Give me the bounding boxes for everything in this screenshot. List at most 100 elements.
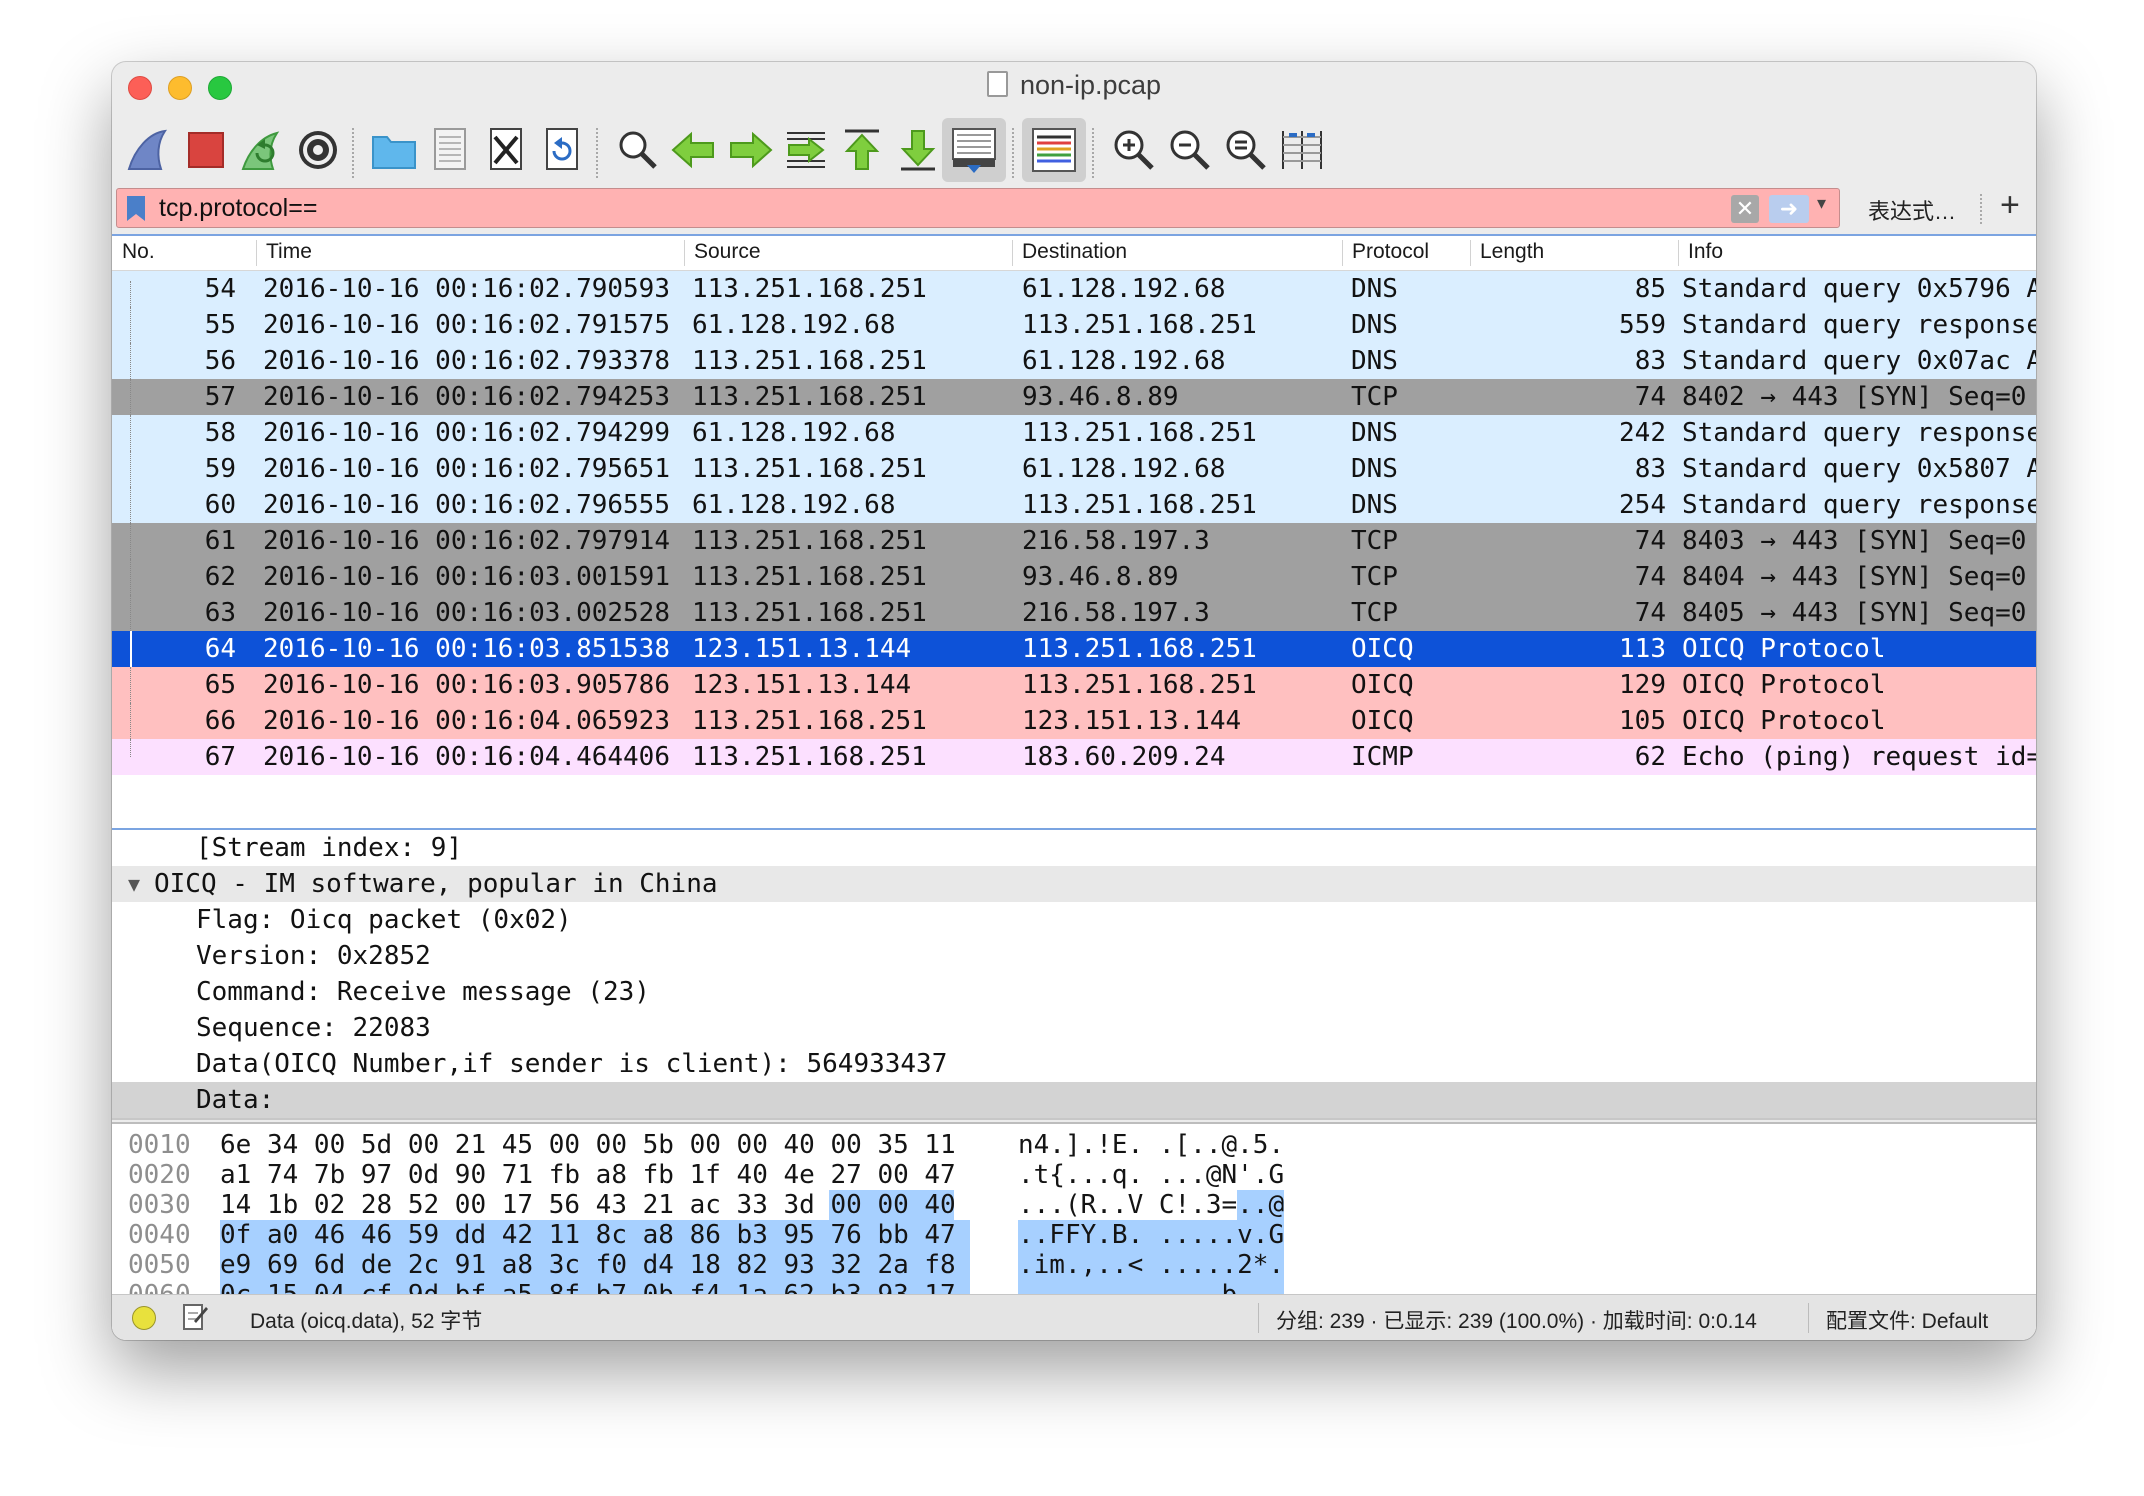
detail-line[interactable]: Command: Receive message (23) xyxy=(112,974,2036,1010)
packet-row[interactable]: 54 2016-10-16 00:16:02.790593 113.251.168.… xyxy=(112,271,2036,317)
column-header-protocol[interactable]: Protocol xyxy=(1352,240,1429,264)
colorize-button[interactable] xyxy=(1022,118,1086,182)
packet-row[interactable]: 56 2016-10-16 00:16:02.793378 113.251.168.… xyxy=(112,343,2036,379)
packet-row[interactable]: 58 2016-10-16 00:16:02.794299 61.128.192.6… xyxy=(112,415,2036,451)
packet-stats-status: 分组: 239 · 已显示: 239 (100.0%) · 加载时间: 0:0.… xyxy=(1276,1310,1757,1333)
bookmark-icon[interactable] xyxy=(127,196,145,221)
clear-filter-icon[interactable]: ✕ xyxy=(1731,195,1759,223)
go-last-packet-button[interactable] xyxy=(886,118,950,182)
column-divider[interactable] xyxy=(1470,240,1471,266)
edit-comment-icon[interactable] xyxy=(182,1301,208,1331)
cell-len: 62 xyxy=(1634,742,1666,772)
bytes-offset[interactable]: 0040 xyxy=(128,1220,191,1250)
chevron-down-icon[interactable]: ▾ xyxy=(1817,193,1826,214)
bytes-hex[interactable]: a1 74 7b 97 0d 90 71 fb a8 fb 1f 40 4e 2… xyxy=(220,1160,956,1190)
packet-row[interactable]: 67 2016-10-16 00:16:04.464406 113.251.168.… xyxy=(112,739,2036,775)
packet-row[interactable]: 59 2016-10-16 00:16:02.795651 113.251.168.… xyxy=(112,451,2036,487)
apply-filter-icon[interactable]: ➜ xyxy=(1769,195,1809,223)
expression-button[interactable]: 表达式… xyxy=(1868,194,1956,226)
column-header-destination[interactable]: Destination xyxy=(1022,240,1127,264)
column-divider[interactable] xyxy=(1012,240,1013,266)
packet-list[interactable]: No. Time Source Destination Protocol Len… xyxy=(112,234,2036,830)
bytes-offset[interactable]: 0050 xyxy=(128,1250,191,1280)
bytes-ascii[interactable]: ..FFY.B. .....v.G xyxy=(1018,1220,1284,1250)
display-filter-input[interactable]: tcp.protocol== ✕ ➜ ▾ xyxy=(116,188,1840,228)
packet-row[interactable]: 66 2016-10-16 00:16:04.065923 113.251.168.… xyxy=(112,703,2036,739)
resize-columns-button[interactable] xyxy=(1270,118,1334,182)
bytes-hex[interactable]: 6e 34 00 5d 00 21 45 00 00 5b 00 00 40 0… xyxy=(220,1130,956,1160)
detail-line[interactable]: ▼ OICQ - IM software, popular in China xyxy=(112,866,2036,902)
bytes-hex[interactable]: 14 1b 02 28 52 00 17 56 43 21 ac 33 3d 0… xyxy=(220,1190,956,1220)
bytes-ascii[interactable]: .im.,..< .....2*. xyxy=(1018,1250,1284,1280)
cell-proto: OICQ xyxy=(1351,706,1414,736)
reload-file-button[interactable] xyxy=(530,118,594,182)
column-divider[interactable] xyxy=(1678,240,1679,266)
restart-capture-button[interactable] xyxy=(230,118,294,182)
cell-src: 123.151.13.144 xyxy=(692,670,912,700)
start-capture-button[interactable] xyxy=(118,118,182,182)
cell-no: 58 xyxy=(204,418,236,448)
capture-options-button[interactable] xyxy=(286,118,350,182)
packet-row[interactable]: 63 2016-10-16 00:16:03.002528 113.251.168.… xyxy=(112,595,2036,631)
column-header-source[interactable]: Source xyxy=(694,240,761,264)
expand-triangle-icon[interactable]: ▼ xyxy=(128,866,140,902)
cell-info: Standard query 0x5796 AAAA … xyxy=(1682,274,2036,304)
open-file-button[interactable] xyxy=(362,118,426,182)
packet-row[interactable]: 60 2016-10-16 00:16:02.796555 61.128.192.6… xyxy=(112,487,2036,523)
packet-row[interactable]: 61 2016-10-16 00:16:02.797914 113.251.168.… xyxy=(112,523,2036,559)
column-header-info[interactable]: Info xyxy=(1688,240,1723,264)
cell-info: 8403 → 443 [SYN] Seq=0 Win=… xyxy=(1682,526,2036,556)
bytes-offset[interactable]: 0030 xyxy=(128,1190,191,1220)
detail-line[interactable]: Version: 0x2852 xyxy=(112,938,2036,974)
bytes-offset[interactable]: 0020 xyxy=(128,1160,191,1190)
packet-row[interactable]: 55 2016-10-16 00:16:02.791575 61.128.192.6… xyxy=(112,307,2036,343)
column-header-no[interactable]: No. xyxy=(122,240,155,264)
go-first-packet-button[interactable] xyxy=(830,118,894,182)
bytes-ascii[interactable]: ...(R..V C!.3=..@ xyxy=(1018,1190,1284,1220)
cell-dst: 61.128.192.68 xyxy=(1022,274,1226,304)
zoom-out-button[interactable] xyxy=(1158,118,1222,182)
zoom-in-button[interactable] xyxy=(1102,118,1166,182)
packet-row[interactable]: 62 2016-10-16 00:16:03.001591 113.251.168.… xyxy=(112,559,2036,595)
find-packet-button[interactable] xyxy=(606,118,670,182)
zoom-normal-button[interactable] xyxy=(1214,118,1278,182)
bytes-ascii[interactable]: n4.].!E. .[..@.5. xyxy=(1018,1130,1284,1160)
detail-line[interactable]: [Stream index: 9] xyxy=(112,830,2036,866)
column-divider[interactable] xyxy=(1342,240,1343,266)
cell-proto: TCP xyxy=(1351,382,1398,412)
packet-details-pane[interactable]: [Stream index: 9] ▼ OICQ - IM software, po… xyxy=(112,830,2036,1120)
auto-scroll-button[interactable] xyxy=(942,118,1006,182)
bytes-hex[interactable]: 0f a0 46 46 59 dd 42 11 8c a8 86 b3 95 7… xyxy=(220,1220,956,1250)
close-file-button[interactable] xyxy=(474,118,538,182)
bytes-ascii[interactable]: .t{...q. ...@N'.G xyxy=(1018,1160,1284,1190)
column-header-time[interactable]: Time xyxy=(266,240,312,264)
detail-line[interactable]: Sequence: 22083 xyxy=(112,1010,2036,1046)
cell-info: 8402 → 443 [SYN] Seq=0 Win=… xyxy=(1682,382,2036,412)
packet-rows: 54 2016-10-16 00:16:02.790593 113.251.168.… xyxy=(112,271,2036,775)
filter-text[interactable]: tcp.protocol== xyxy=(159,194,317,223)
expert-info-icon[interactable] xyxy=(132,1306,156,1330)
cell-no: 66 xyxy=(204,706,236,736)
add-filter-button[interactable]: + xyxy=(2000,186,2020,225)
go-to-packet-button[interactable] xyxy=(774,118,838,182)
column-header-length[interactable]: Length xyxy=(1480,240,1544,264)
bytes-offset[interactable]: 0010 xyxy=(128,1130,191,1160)
arrow-bottom-icon xyxy=(900,130,936,171)
selected-field-status: Data (oicq.data), 52 字节 xyxy=(250,1310,483,1333)
bytes-row: 0050 e9 69 6d de 2c 91 a8 3c f0 d4 18 82 … xyxy=(112,1250,2036,1280)
detail-line[interactable]: Flag: Oicq packet (0x02) xyxy=(112,902,2036,938)
stop-capture-button[interactable] xyxy=(174,118,238,182)
column-divider[interactable] xyxy=(256,240,257,266)
detail-line[interactable]: Data: xyxy=(112,1082,2036,1118)
cell-len: 83 xyxy=(1634,454,1666,484)
packet-row[interactable]: 57 2016-10-16 00:16:02.794253 113.251.168.… xyxy=(112,379,2036,415)
go-forward-button[interactable] xyxy=(718,118,782,182)
column-divider[interactable] xyxy=(684,240,685,266)
detail-line[interactable]: Data(OICQ Number,if sender is client): 5… xyxy=(112,1046,2036,1082)
go-back-button[interactable] xyxy=(662,118,726,182)
save-file-button[interactable] xyxy=(418,118,482,182)
packet-row[interactable]: 64 2016-10-16 00:16:03.851538 123.151.13.1… xyxy=(112,631,2036,667)
bytes-hex[interactable]: e9 69 6d de 2c 91 a8 3c f0 d4 18 82 93 3… xyxy=(220,1250,956,1280)
packet-row[interactable]: 65 2016-10-16 00:16:03.905786 123.151.13.1… xyxy=(112,667,2036,703)
profile-status[interactable]: 配置文件: Default xyxy=(1826,1305,1988,1335)
